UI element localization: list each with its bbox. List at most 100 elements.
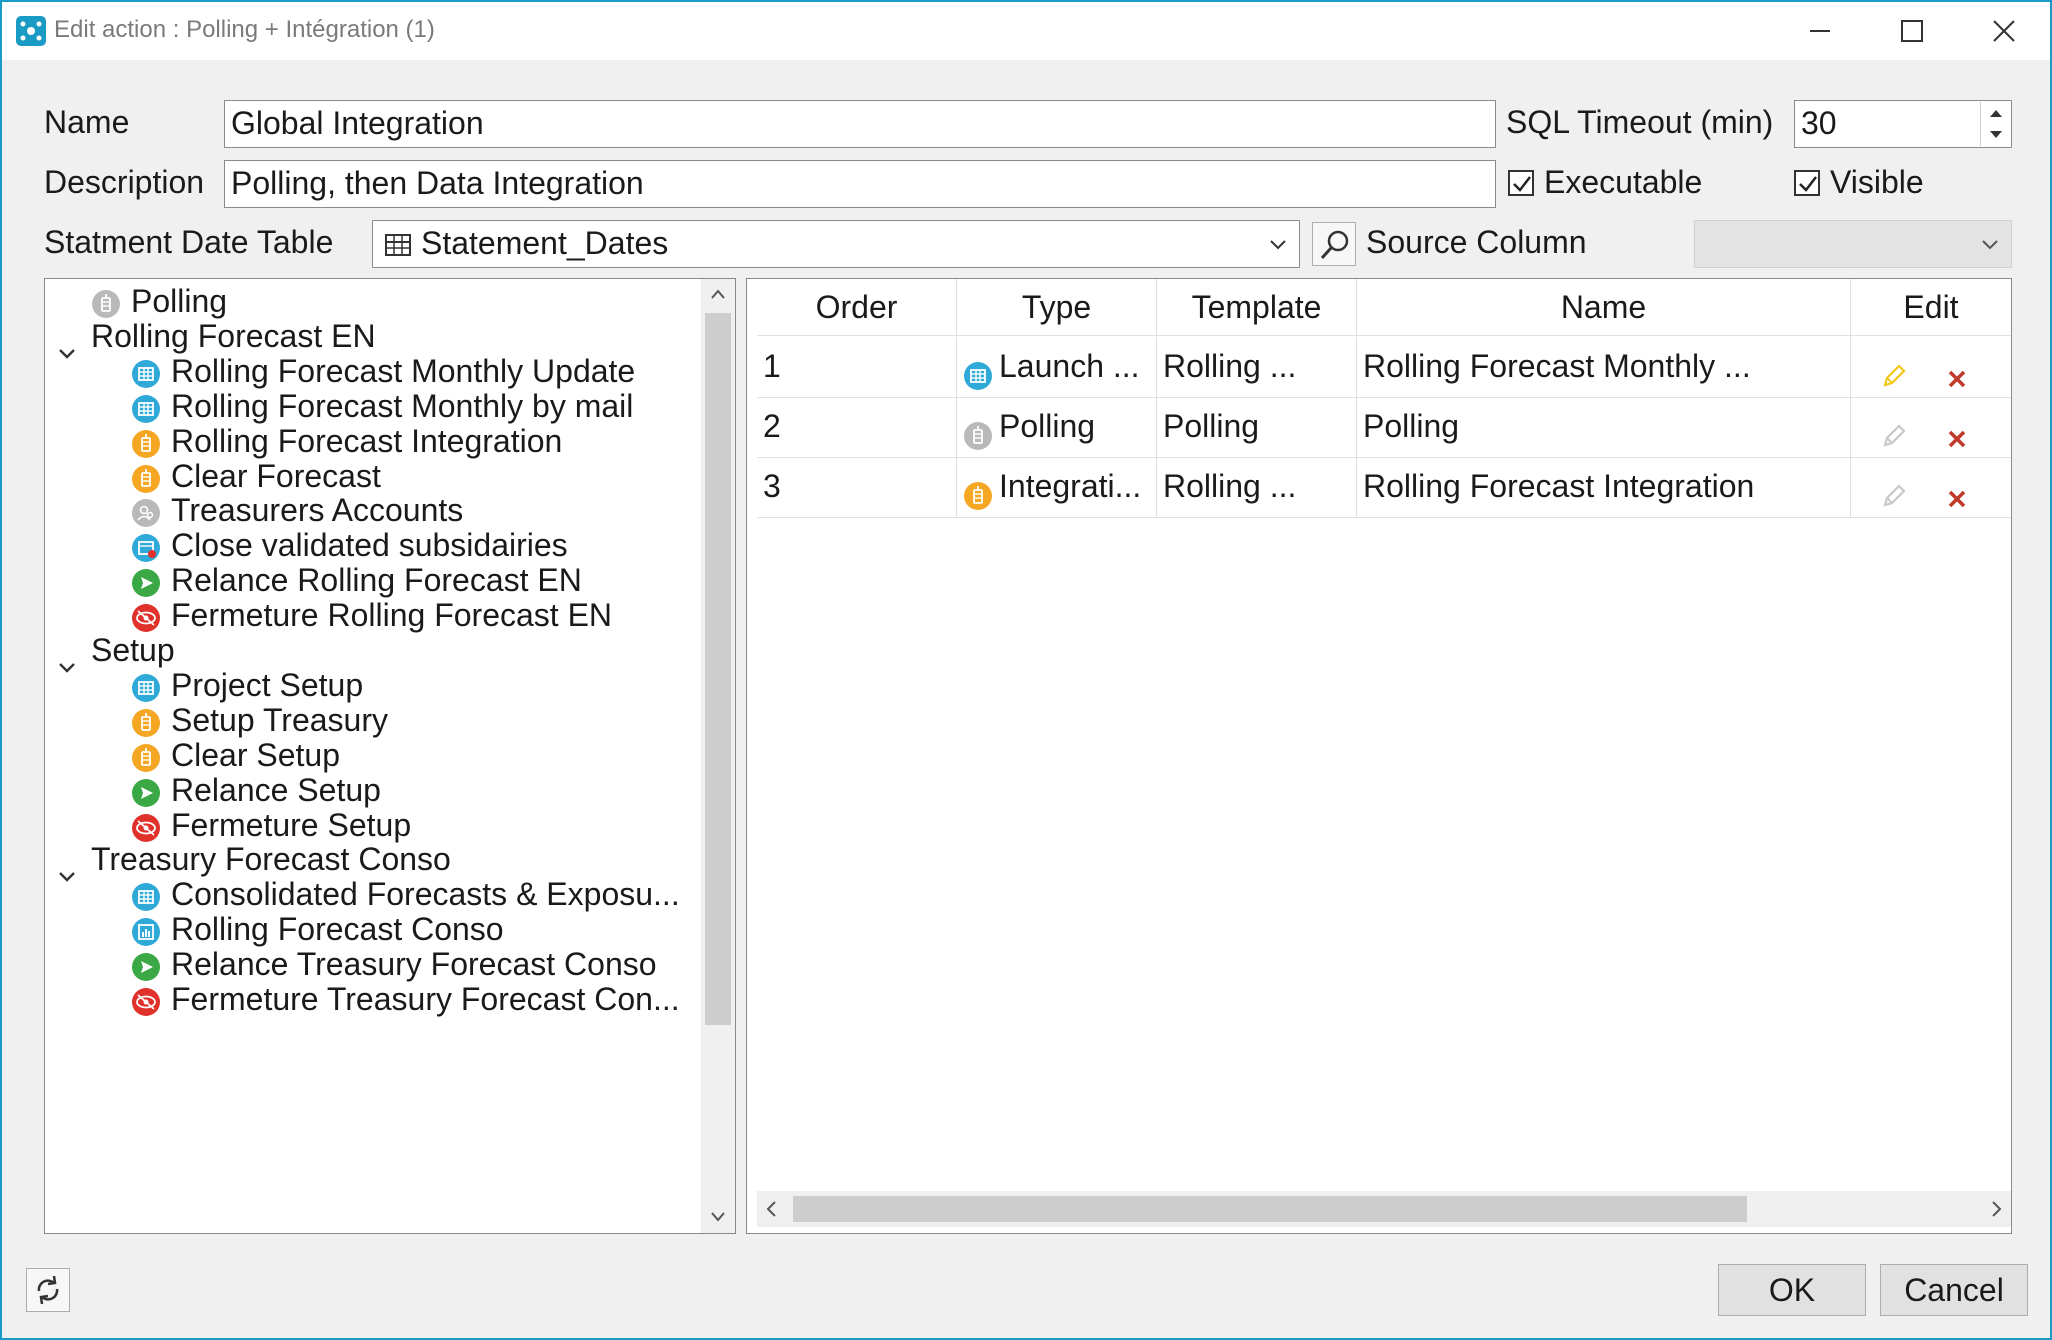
- send-icon: [131, 949, 161, 982]
- column-header-template[interactable]: Template: [1157, 279, 1357, 335]
- executable-checkbox[interactable]: [1508, 170, 1534, 196]
- cell-template-text: Polling: [1163, 408, 1260, 444]
- chevron-down-icon[interactable]: [57, 642, 77, 673]
- table-row[interactable]: 2 Polling Polling Polling: [747, 397, 2011, 457]
- name-field[interactable]: Global Integration: [224, 100, 1496, 148]
- cell-order-text: 3: [763, 468, 781, 504]
- eye-close-icon: [131, 810, 161, 842]
- scroll-right-icon[interactable]: [1981, 1191, 2011, 1227]
- grid-launch-icon: [131, 670, 161, 702]
- search-icon: [1320, 230, 1349, 260]
- cell-order-text: 1: [763, 348, 781, 384]
- minimize-icon: [1810, 30, 1830, 32]
- integration-icon: [131, 705, 161, 737]
- tree-item[interactable]: Fermeture Treasury Forecast Con...: [45, 977, 695, 1021]
- source-column-select[interactable]: [1694, 220, 2012, 268]
- integration-icon: [963, 471, 993, 510]
- delete-icon[interactable]: [1945, 353, 1971, 397]
- chevron-down-icon: [1982, 240, 1998, 250]
- report-icon: [131, 914, 161, 947]
- cell-edit[interactable]: [1851, 397, 2011, 457]
- description-label: Description: [44, 164, 205, 200]
- column-header-type[interactable]: Type: [957, 279, 1157, 335]
- grid-launch-icon: [963, 351, 993, 390]
- close-validated-icon: [131, 530, 161, 563]
- eye-close-icon: [131, 984, 161, 1016]
- integration-icon: [131, 461, 161, 493]
- close-icon: [1993, 20, 2015, 42]
- table-icon: [385, 234, 411, 256]
- checkmark-icon: [1513, 176, 1531, 192]
- chevron-down-icon: [1270, 240, 1286, 250]
- refresh-icon: [37, 1275, 59, 1305]
- stepper-buttons: [1980, 102, 2010, 146]
- scroll-down-icon[interactable]: [701, 1201, 735, 1231]
- cell-edit[interactable]: [1851, 457, 2011, 517]
- chevron-down-icon[interactable]: [57, 851, 77, 883]
- maximize-button[interactable]: [1866, 2, 1958, 60]
- table-row[interactable]: 3 Integrati... Rolling ... Rolling Forecast…: [747, 457, 2011, 517]
- column-header-name[interactable]: Name: [1357, 279, 1851, 335]
- stepper-up-icon[interactable]: [1981, 102, 2011, 124]
- cell-name-text: Rolling Forecast Monthly ...: [1363, 348, 1751, 384]
- visible-checkbox[interactable]: [1794, 170, 1820, 196]
- action-tree[interactable]: Polling Rolling Forecast EN Rolling Foreca…: [44, 278, 736, 1234]
- cell-template[interactable]: Polling: [1157, 397, 1357, 457]
- column-header-edit[interactable]: Edit: [1851, 279, 2011, 335]
- delete-icon[interactable]: [1945, 413, 1971, 457]
- cell-order[interactable]: 2: [757, 397, 957, 457]
- cell-edit[interactable]: [1851, 337, 2011, 397]
- cell-type[interactable]: Polling: [957, 397, 1157, 457]
- cell-type-text: Integrati...: [999, 468, 1142, 504]
- grid-horizontal-scrollbar[interactable]: [757, 1191, 2011, 1227]
- source-column-label: Source Column: [1366, 224, 1587, 260]
- checkmark-icon: [1799, 176, 1817, 192]
- pencil-icon[interactable]: [1879, 411, 1909, 457]
- cancel-button[interactable]: Cancel: [1880, 1264, 2028, 1316]
- close-window-button[interactable]: [1958, 2, 2050, 60]
- users-icon: [131, 495, 161, 528]
- scroll-left-icon[interactable]: [757, 1191, 787, 1227]
- cell-order[interactable]: 3: [757, 457, 957, 517]
- maximize-icon: [1901, 20, 1923, 42]
- steps-grid[interactable]: Order Type Template Name Edit 1 Launch ..…: [746, 278, 2012, 1234]
- stepper-down-icon[interactable]: [1981, 124, 2011, 146]
- minimize-button[interactable]: [1774, 2, 1866, 60]
- grid-launch-icon: [131, 391, 161, 423]
- window-title: Edit action : Polling + Intégration (1): [54, 16, 435, 43]
- cell-type[interactable]: Integrati...: [957, 457, 1157, 517]
- cell-template-text: Rolling ...: [1163, 348, 1297, 384]
- description-field[interactable]: Polling, then Data Integration: [224, 160, 1496, 208]
- edit-action-dialog: Edit action : Polling + Intégration (1) …: [0, 0, 2052, 1340]
- search-button[interactable]: [1312, 222, 1356, 266]
- polling-icon: [91, 286, 121, 318]
- table-row[interactable]: 1 Launch ... Rolling ... Rolling Forecast M…: [747, 337, 2011, 397]
- column-header-order[interactable]: Order: [757, 279, 957, 335]
- cell-name-text: Polling: [1363, 408, 1460, 444]
- cell-name[interactable]: Rolling Forecast Monthly ...: [1357, 337, 1851, 397]
- sql-timeout-label: SQL Timeout (min): [1506, 104, 1774, 140]
- pencil-icon[interactable]: [1879, 471, 1909, 517]
- statement-date-table-select[interactable]: Statement_Dates: [372, 220, 1300, 268]
- tree-scrollbar[interactable]: [701, 279, 735, 1233]
- cell-type-text: Launch ...: [999, 348, 1140, 384]
- cell-name-text: Rolling Forecast Integration: [1363, 468, 1755, 504]
- cell-name[interactable]: Rolling Forecast Integration: [1357, 457, 1851, 517]
- cell-name[interactable]: Polling: [1357, 397, 1851, 457]
- name-label: Name: [44, 104, 130, 140]
- cell-type[interactable]: Launch ...: [957, 337, 1157, 397]
- ok-button[interactable]: OK: [1718, 1264, 1866, 1316]
- cell-template[interactable]: Rolling ...: [1157, 457, 1357, 517]
- chevron-down-icon[interactable]: [57, 328, 77, 359]
- refresh-button[interactable]: [26, 1268, 70, 1312]
- cell-order-text: 2: [763, 408, 781, 444]
- cell-template[interactable]: Rolling ...: [1157, 337, 1357, 397]
- scroll-up-icon[interactable]: [701, 279, 735, 309]
- grid-scrollbar-thumb[interactable]: [793, 1196, 1747, 1222]
- cell-order[interactable]: 1: [757, 337, 957, 397]
- pencil-icon[interactable]: [1879, 351, 1909, 397]
- executable-label: Executable: [1544, 164, 1703, 200]
- visible-label: Visible: [1830, 164, 1924, 200]
- delete-icon[interactable]: [1945, 473, 1971, 517]
- tree-scrollbar-thumb[interactable]: [705, 313, 731, 1025]
